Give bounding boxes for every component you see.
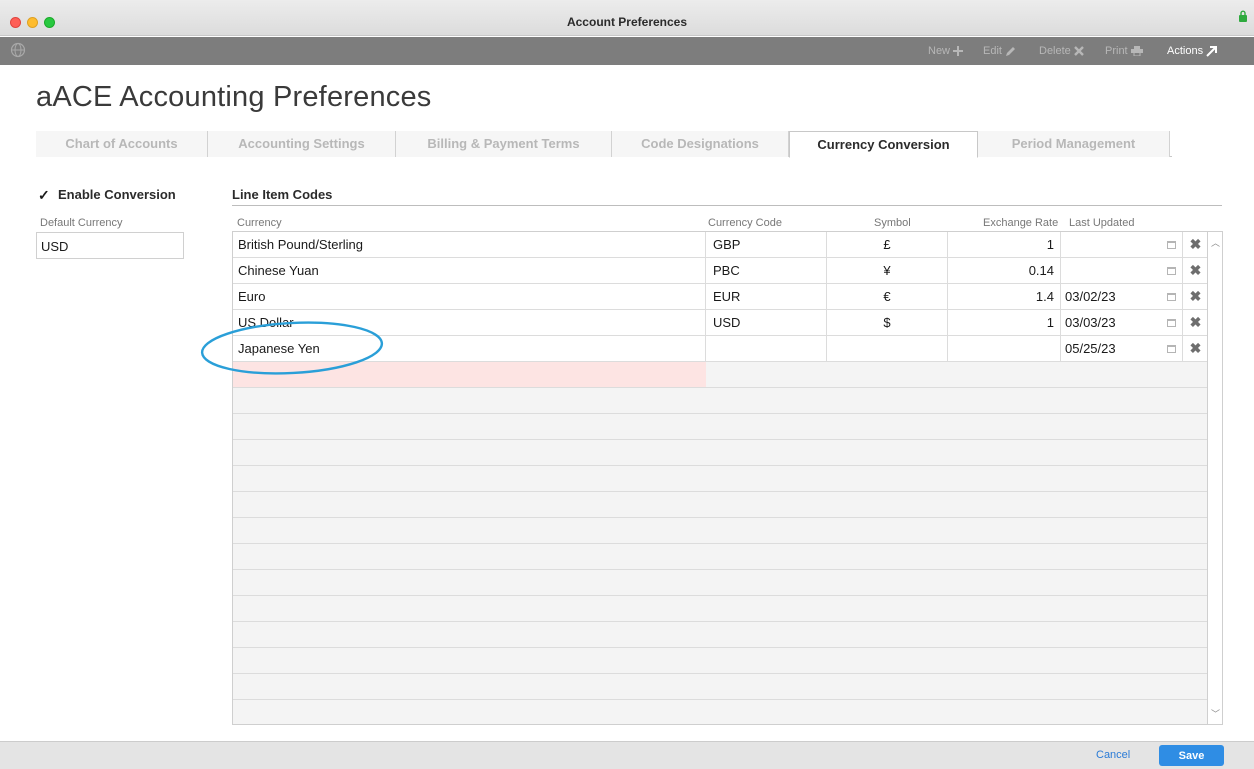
section-divider xyxy=(232,205,1222,206)
column-header-currency: Currency xyxy=(237,217,282,229)
preferences-window: Account Preferences New Edit Delete Prin… xyxy=(0,0,1254,769)
currency-code-cell[interactable] xyxy=(706,336,827,361)
currency-code-cell[interactable]: EUR xyxy=(706,284,827,309)
toolbar: New Edit Delete Print Actions xyxy=(0,37,1254,65)
plus-icon xyxy=(953,46,964,56)
calendar-icon[interactable] xyxy=(1167,267,1176,275)
table-scrollbar[interactable]: ︿ ﹀ xyxy=(1208,231,1223,725)
enable-conversion-label: Enable Conversion xyxy=(58,187,176,202)
annotation-ellipse xyxy=(200,321,384,375)
currency-code-cell[interactable]: GBP xyxy=(706,232,827,257)
empty-row xyxy=(233,414,1207,440)
exchange-rate-cell[interactable]: 1 xyxy=(948,232,1061,257)
empty-row xyxy=(233,570,1207,596)
empty-row xyxy=(233,466,1207,492)
globe-icon[interactable] xyxy=(10,42,26,58)
delete-row-icon[interactable]: ✖ xyxy=(1184,336,1207,361)
tab-code-designations[interactable]: Code Designations xyxy=(612,131,789,157)
new-button[interactable]: New xyxy=(928,45,964,57)
lock-icon xyxy=(1239,10,1247,22)
empty-row xyxy=(233,674,1207,700)
default-currency-label: Default Currency xyxy=(40,217,123,229)
empty-row xyxy=(233,700,1207,724)
last-updated-cell[interactable]: 05/25/23 xyxy=(1061,336,1183,361)
column-header-exchange-rate: Exchange Rate xyxy=(983,217,1059,229)
tab-period-management[interactable]: Period Management xyxy=(978,131,1170,157)
title-bar: Account Preferences xyxy=(0,0,1254,36)
actions-label: Actions xyxy=(1167,45,1204,57)
empty-row xyxy=(233,518,1207,544)
symbol-cell[interactable]: £ xyxy=(827,232,948,257)
last-updated-cell[interactable]: 03/02/23 xyxy=(1061,284,1183,309)
column-header-currency-code: Currency Code xyxy=(708,217,782,229)
chevron-down-icon[interactable]: ﹀ xyxy=(1211,707,1220,720)
currency-code-cell[interactable]: PBC xyxy=(706,258,827,283)
window-title: Account Preferences xyxy=(566,15,688,29)
empty-row xyxy=(233,596,1207,622)
exchange-rate-cell[interactable]: 1.4 xyxy=(948,284,1061,309)
arrow-out-icon xyxy=(1206,45,1218,57)
last-updated-cell[interactable]: 03/03/23 xyxy=(1061,310,1183,335)
calendar-icon[interactable] xyxy=(1167,293,1176,301)
table-row[interactable]: British Pound/Sterling GBP £ 1 ✖ xyxy=(233,232,1207,258)
empty-row xyxy=(233,492,1207,518)
save-button[interactable]: Save xyxy=(1159,745,1224,766)
symbol-cell[interactable]: ¥ xyxy=(827,258,948,283)
empty-row xyxy=(233,622,1207,648)
footer-bar: Cancel Save xyxy=(0,741,1254,769)
tab-currency-conversion[interactable]: Currency Conversion xyxy=(789,131,978,158)
exchange-rate-cell[interactable] xyxy=(948,336,1061,361)
delete-label: Delete xyxy=(1039,45,1071,57)
currency-code-cell[interactable]: USD xyxy=(706,310,827,335)
page-title: aACE Accounting Preferences xyxy=(36,81,432,113)
delete-button[interactable]: Delete xyxy=(1039,45,1084,57)
checkmark-icon: ✓ xyxy=(38,186,50,203)
column-header-last-updated: Last Updated xyxy=(1069,217,1135,229)
empty-row xyxy=(233,440,1207,466)
empty-row xyxy=(233,388,1207,414)
x-icon xyxy=(1073,46,1084,56)
pencil-icon xyxy=(1005,46,1015,56)
column-header-symbol: Symbol xyxy=(874,217,911,229)
calendar-icon[interactable] xyxy=(1167,319,1176,327)
print-label: Print xyxy=(1105,45,1128,57)
tab-bar: Chart of Accounts Accounting Settings Bi… xyxy=(36,131,1172,158)
last-updated-cell[interactable] xyxy=(1061,232,1183,257)
tab-billing-payment-terms[interactable]: Billing & Payment Terms xyxy=(396,131,612,157)
symbol-cell[interactable] xyxy=(827,336,948,361)
last-updated-cell[interactable] xyxy=(1061,258,1183,283)
currency-cell[interactable]: Chinese Yuan xyxy=(233,258,706,283)
default-currency-field[interactable]: USD xyxy=(36,232,184,259)
table-row[interactable]: Chinese Yuan PBC ¥ 0.14 ✖ xyxy=(233,258,1207,284)
print-button[interactable]: Print xyxy=(1105,45,1143,57)
symbol-cell[interactable]: $ xyxy=(827,310,948,335)
calendar-icon[interactable] xyxy=(1167,345,1176,353)
currency-cell[interactable]: Euro xyxy=(233,284,706,309)
edit-label: Edit xyxy=(983,45,1002,57)
enable-conversion-checkbox[interactable]: ✓ Enable Conversion xyxy=(38,187,176,202)
delete-row-icon[interactable]: ✖ xyxy=(1184,310,1207,335)
delete-row-icon[interactable]: ✖ xyxy=(1184,284,1207,309)
tab-accounting-settings[interactable]: Accounting Settings xyxy=(208,131,396,157)
delete-row-icon[interactable]: ✖ xyxy=(1184,232,1207,257)
cancel-button[interactable]: Cancel xyxy=(1096,749,1130,761)
actions-button[interactable]: Actions xyxy=(1167,45,1218,57)
printer-icon xyxy=(1130,46,1143,56)
chevron-up-icon[interactable]: ︿ xyxy=(1211,236,1220,249)
exchange-rate-cell[interactable]: 0.14 xyxy=(948,258,1061,283)
new-label: New xyxy=(928,45,951,57)
exchange-rate-cell[interactable]: 1 xyxy=(948,310,1061,335)
calendar-icon[interactable] xyxy=(1167,241,1176,249)
empty-row xyxy=(233,648,1207,674)
tab-chart-of-accounts[interactable]: Chart of Accounts xyxy=(36,131,208,157)
currency-cell[interactable]: British Pound/Sterling xyxy=(233,232,706,257)
edit-button[interactable]: Edit xyxy=(983,45,1016,57)
delete-row-icon[interactable]: ✖ xyxy=(1184,258,1207,283)
symbol-cell[interactable]: € xyxy=(827,284,948,309)
line-item-codes-title: Line Item Codes xyxy=(232,187,333,202)
currency-table: British Pound/Sterling GBP £ 1 ✖ Chinese… xyxy=(232,231,1208,725)
empty-row xyxy=(233,544,1207,570)
table-row[interactable]: Euro EUR € 1.4 03/02/23 ✖ xyxy=(233,284,1207,310)
